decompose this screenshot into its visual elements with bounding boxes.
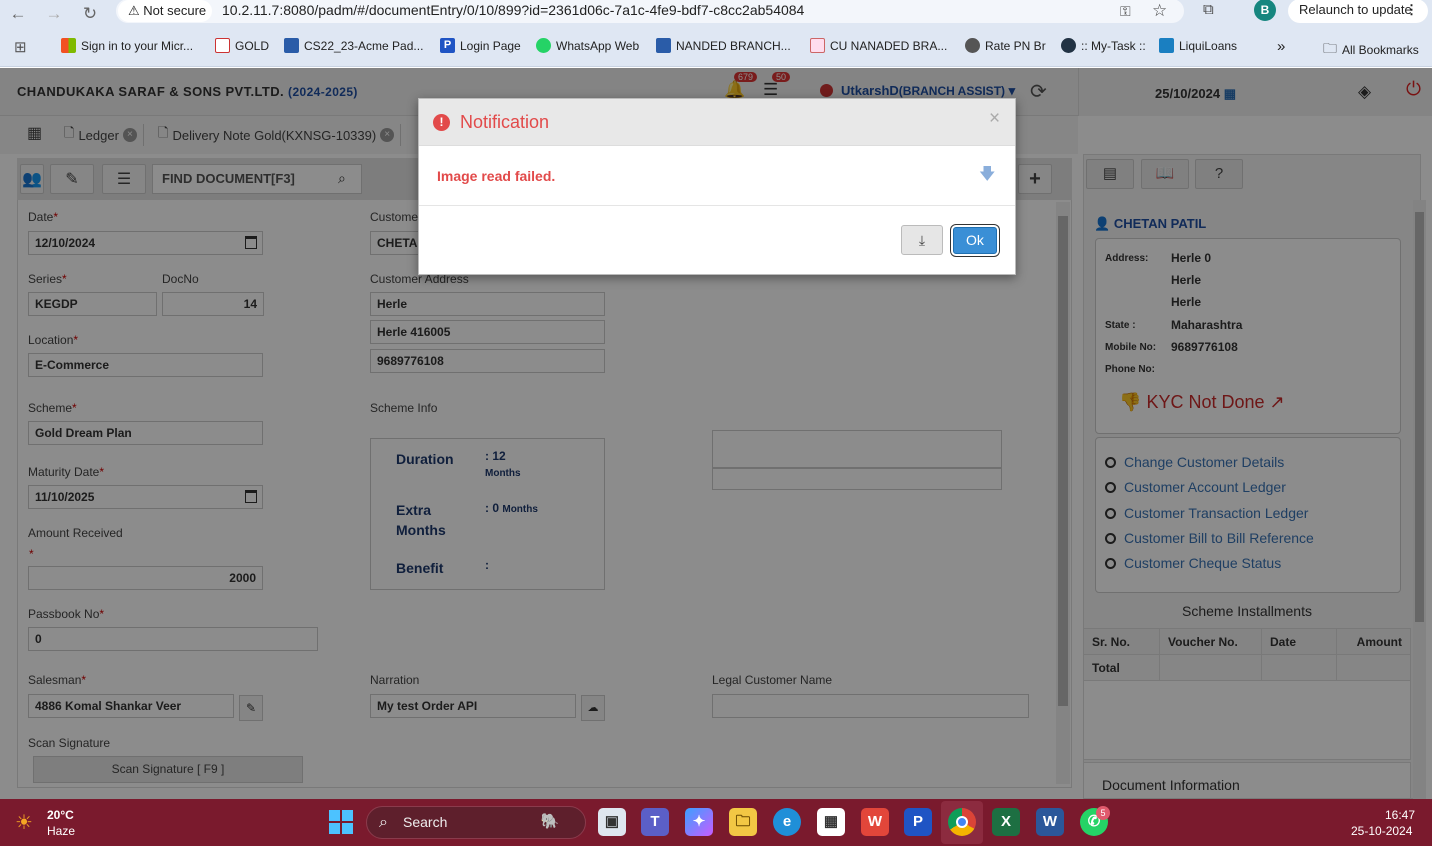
bookmark-cu-nanded[interactable]: CU NANADED BRA... xyxy=(810,38,947,53)
bookmark-whatsapp[interactable]: WhatsApp Web xyxy=(536,38,639,53)
browser-titlebar: ← → ↻ ⚠ Not secure 10.2.11.7:8080/padm/#… xyxy=(0,0,1432,32)
taskbar-time[interactable]: 16:47 xyxy=(1385,808,1415,822)
windows-taskbar xyxy=(0,799,1432,846)
p-app-icon[interactable]: P xyxy=(904,808,932,836)
close-icon[interactable]: × xyxy=(989,108,1000,130)
arrow-down-icon[interactable]: 🡇 xyxy=(979,163,995,190)
task-view-icon[interactable]: ▣ xyxy=(598,808,626,836)
warning-icon: ⚠ xyxy=(128,3,144,18)
url-text[interactable]: 10.2.11.7:8080/padm/#/documentEntry/0/10… xyxy=(222,2,804,18)
globe-icon xyxy=(965,38,980,53)
search-icon: ⌕ xyxy=(379,814,388,831)
file-explorer-icon[interactable]: 🗀 xyxy=(729,808,757,836)
acme-icon xyxy=(284,38,299,53)
dialog-divider xyxy=(419,205,1015,206)
p-logo-icon: P xyxy=(440,38,455,53)
bookmark-mytask[interactable]: :: My-Task :: xyxy=(1061,38,1146,53)
teams-icon[interactable]: T xyxy=(641,808,669,836)
alert-icon: ! xyxy=(433,114,450,131)
forward-icon[interactable]: → xyxy=(42,2,66,26)
bookmark-microsoft[interactable]: Sign in to your Micr... xyxy=(61,38,193,53)
bookmarks-overflow[interactable]: » xyxy=(1277,38,1285,55)
back-icon[interactable]: ← xyxy=(6,2,30,26)
acme-icon xyxy=(656,38,671,53)
profile-avatar[interactable]: B xyxy=(1254,0,1276,21)
relaunch-button[interactable]: Relaunch to update ⋮ xyxy=(1288,0,1428,23)
search-highlight-icon: 🐘 xyxy=(540,813,560,830)
kebab-menu-icon: ⋮ xyxy=(1405,2,1418,17)
ok-button[interactable]: Ok xyxy=(953,227,997,254)
taskbar-date[interactable]: 25-10-2024 xyxy=(1351,824,1412,838)
store-icon[interactable]: ▦ xyxy=(817,808,845,836)
liquiloans-icon xyxy=(1159,38,1174,53)
microsoft-icon xyxy=(61,38,76,53)
bookmark-liquiloans[interactable]: LiquiLoans xyxy=(1159,38,1237,53)
whatsapp-badge: 5 xyxy=(1096,806,1110,820)
react-icon xyxy=(1061,38,1076,53)
bookmark-rate[interactable]: Rate PN Br xyxy=(965,38,1046,53)
star-icon[interactable]: ☆ xyxy=(1152,1,1167,21)
excel-icon[interactable]: X xyxy=(992,808,1020,836)
chrome-icon[interactable] xyxy=(948,808,976,836)
copilot-icon[interactable]: ✦ xyxy=(685,808,713,836)
weather-temp[interactable]: 20°C xyxy=(47,808,74,822)
bookmark-acme[interactable]: CS22_23-Acme Pad... xyxy=(284,38,423,53)
bookmark-login[interactable]: P Login Page xyxy=(440,38,521,53)
download-icon: ⤓ xyxy=(918,232,926,248)
whatsapp-icon xyxy=(536,38,551,53)
not-secure-badge[interactable]: ⚠ Not secure xyxy=(118,0,212,22)
reload-icon[interactable]: ↻ xyxy=(78,2,102,26)
all-bookmarks[interactable]: 🗀 All Bookmarks xyxy=(1323,38,1419,62)
extensions-icon[interactable]: ⧉ xyxy=(1203,1,1214,18)
windows-start-icon[interactable] xyxy=(329,810,353,834)
edge-icon[interactable]: e xyxy=(773,808,801,836)
notification-dialog: ! Notification × Image read failed. 🡇 ⤓ … xyxy=(418,98,1016,275)
page-icon xyxy=(810,38,825,53)
key-icon[interactable]: ⚿ xyxy=(1120,3,1131,20)
dialog-message: Image read failed. xyxy=(437,168,556,184)
weather-icon[interactable]: ☀ xyxy=(15,810,33,835)
wps-icon[interactable]: W xyxy=(861,808,889,836)
download-button[interactable]: ⤓ xyxy=(901,225,943,255)
dialog-title: Notification xyxy=(460,112,550,132)
weather-condition[interactable]: Haze xyxy=(47,824,75,838)
page-icon xyxy=(215,38,230,53)
apps-grid-icon[interactable]: ⊞ xyxy=(14,38,27,56)
bookmark-nanded[interactable]: NANDED BRANCH... xyxy=(656,38,791,53)
folder-icon: 🗀 xyxy=(1323,40,1337,56)
bookmark-gold[interactable]: GOLD xyxy=(215,38,269,53)
word-icon[interactable]: W xyxy=(1036,808,1064,836)
